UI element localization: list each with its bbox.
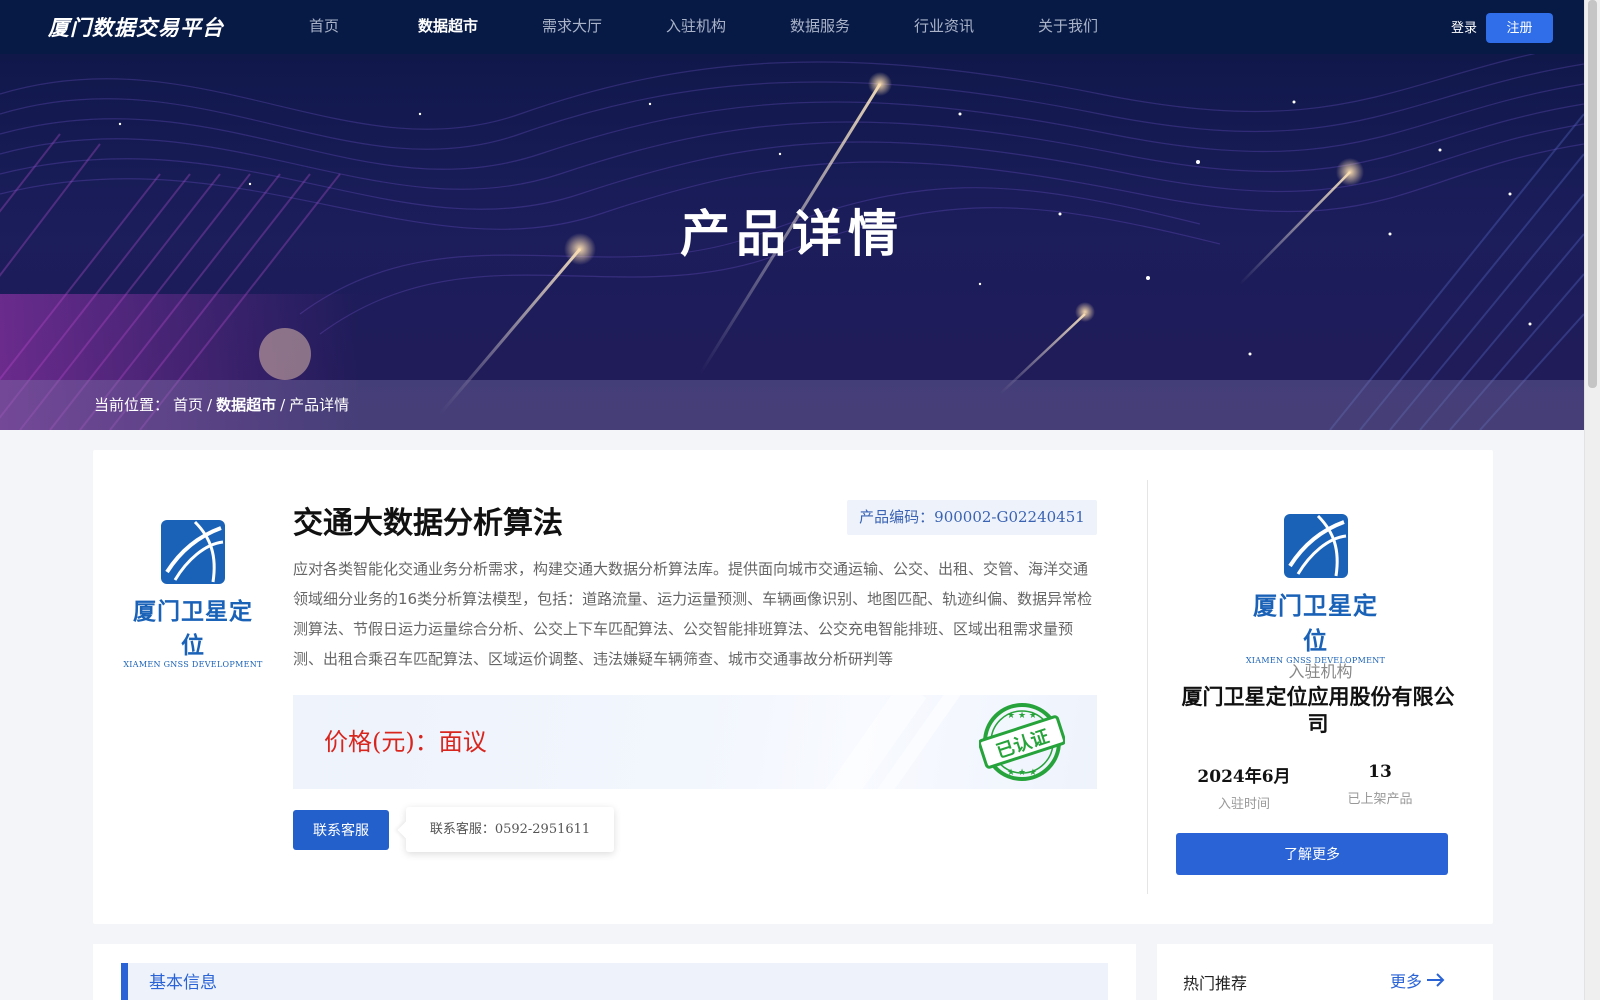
price-box: 价格(元)：面议 已认证 ★ ★ ★ ★ ★ ★ xyxy=(293,695,1097,789)
product-logo-cn: 厦门卫星定位 xyxy=(133,599,253,659)
svg-text:★ ★ ★: ★ ★ ★ xyxy=(1007,768,1037,778)
stat-join-time-value: 2024年6月 xyxy=(1197,767,1291,787)
institution-logo-cn: 厦门卫星定位 xyxy=(1253,592,1378,655)
svg-text:★ ★ ★: ★ ★ ★ xyxy=(1007,711,1037,721)
learn-more-button[interactable]: 了解更多 xyxy=(1176,833,1448,875)
breadcrumb: 当前位置： 首页 / 数据超市 / 产品详情 xyxy=(94,380,349,430)
login-link[interactable]: 登录 xyxy=(1451,17,1477,36)
product-logo: 厦门卫星定位 XIAMEN GNSS DEVELOPMENT xyxy=(123,520,263,669)
breadcrumb-prefix: 当前位置： xyxy=(94,396,170,414)
nav-item-about-us[interactable]: 关于我们 xyxy=(1006,0,1130,54)
hot-more-label: 更多 xyxy=(1390,972,1423,991)
stat-join-time-label: 入驻时间 xyxy=(1217,797,1270,812)
breadcrumb-current: 产品详情 xyxy=(289,396,350,414)
hot-recommend-title: 热门推荐 xyxy=(1183,974,1248,993)
register-button[interactable]: 注册 xyxy=(1486,13,1553,43)
contact-phone-tooltip: 联系客服：0592-2951611 xyxy=(406,807,614,852)
institution-logo[interactable]: 厦门卫星定位 XIAMEN GNSS DEVELOPMENT xyxy=(1243,514,1388,665)
scrollbar-thumb[interactable] xyxy=(1588,0,1597,388)
institution-name: 厦门卫星定位应用股份有限公司 xyxy=(1181,684,1455,736)
main-nav: 首页 数据超市 需求大厅 入驻机构 数据服务 行业资讯 关于我们 xyxy=(262,0,1130,54)
nav-item-industry-news[interactable]: 行业资讯 xyxy=(882,0,1006,54)
nav-item-data-market[interactable]: 数据超市 xyxy=(386,0,510,54)
stat-products-value: 13 xyxy=(1368,762,1392,782)
product-description: 应对各类智能化交通业务分析需求，构建交通大数据分析算法库。提供面向城市交通运输、… xyxy=(293,560,1093,668)
basic-info-panel: 基本信息 xyxy=(93,944,1136,1000)
hot-recommend-panel: 热门推荐 更多 xyxy=(1157,944,1493,1000)
hot-more-link[interactable]: 更多 xyxy=(1390,968,1446,992)
page-scrollbar[interactable] xyxy=(1584,0,1600,1000)
institution-tag: 入驻机构 xyxy=(1288,662,1353,681)
product-price: 价格(元)：面议 xyxy=(324,728,487,756)
stat-join-time: 2024年6月 入驻时间 xyxy=(1174,762,1314,812)
nav-item-data-services[interactable]: 数据服务 xyxy=(758,0,882,54)
stat-products-label: 已上架产品 xyxy=(1347,792,1413,807)
product-card: 厦门卫星定位 XIAMEN GNSS DEVELOPMENT 交通大数据分析算法… xyxy=(93,450,1493,924)
price-box-shine xyxy=(809,695,927,789)
brand-logo[interactable]: 厦门数据交易平台 xyxy=(48,12,224,42)
breadcrumb-separator: / xyxy=(207,396,213,414)
breadcrumb-bar: 当前位置： 首页 / 数据超市 / 产品详情 xyxy=(0,380,1584,430)
breadcrumb-separator: / xyxy=(280,396,286,414)
product-title: 交通大数据分析算法 xyxy=(293,506,563,541)
gnss-globe-icon xyxy=(1283,514,1348,578)
institution-panel: 厦门卫星定位 XIAMEN GNSS DEVELOPMENT 入驻机构 厦门卫星… xyxy=(1148,450,1493,924)
gnss-globe-icon xyxy=(161,520,225,584)
page-title: 产品详情 xyxy=(680,204,904,263)
contact-service-button[interactable]: 联系客服 xyxy=(293,810,389,850)
breadcrumb-home[interactable]: 首页 xyxy=(173,380,203,430)
certified-stamp-icon: 已认证 ★ ★ ★ ★ ★ ★ xyxy=(979,703,1065,781)
stat-products: 13 已上架产品 xyxy=(1310,762,1450,807)
nav-item-demand-hall[interactable]: 需求大厅 xyxy=(510,0,634,54)
product-logo-en: XIAMEN GNSS DEVELOPMENT xyxy=(123,660,263,669)
top-navbar: 厦门数据交易平台 首页 数据超市 需求大厅 入驻机构 数据服务 行业资讯 关于我… xyxy=(0,0,1584,54)
nav-item-home[interactable]: 首页 xyxy=(262,0,386,54)
breadcrumb-data-market[interactable]: 数据超市 xyxy=(216,380,276,430)
arrow-right-icon xyxy=(1427,973,1445,987)
hero-banner: 产品详情 当前位置： 首页 / 数据超市 / 产品详情 xyxy=(0,54,1584,430)
nav-item-institutions[interactable]: 入驻机构 xyxy=(634,0,758,54)
basic-info-heading: 基本信息 xyxy=(121,963,1108,1000)
product-code: 产品编码：900002-G02240451 xyxy=(847,500,1097,535)
